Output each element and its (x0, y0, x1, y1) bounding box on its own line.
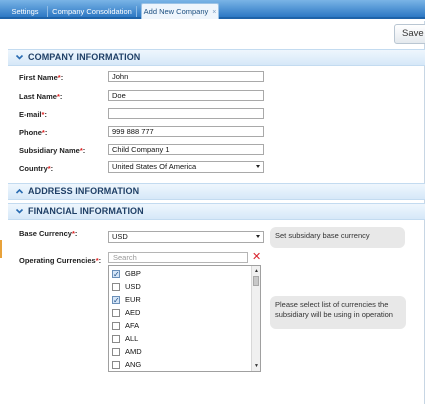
currency-code: AED (125, 308, 141, 317)
toolbar: Save a (0, 21, 425, 46)
tab-bar: Settings Company Consolidation Add New C… (0, 0, 425, 19)
operating-currencies-hint: Please select list of currencies the sub… (270, 296, 406, 329)
tab-label: Add New Company (143, 7, 209, 16)
section-title: FINANCIAL INFORMATION (28, 206, 144, 216)
list-scrollbar[interactable]: ▲ ▼ (251, 266, 260, 371)
first-name-label: First Name*: (19, 73, 64, 82)
subsidiary-name-label: Subsidiary Name*: (19, 146, 86, 155)
currency-code: AMD (125, 347, 142, 356)
section-financial-information[interactable]: FINANCIAL INFORMATION (8, 203, 425, 220)
email-label: E-mail*: (19, 110, 47, 119)
list-item[interactable]: ALL (112, 332, 250, 345)
checkmark-icon: ✓ (113, 269, 120, 279)
country-value: United States Of America (112, 162, 197, 171)
phone-label: Phone*: (19, 128, 48, 137)
checkbox[interactable] (112, 308, 120, 317)
email-field[interactable] (108, 108, 264, 119)
dropdown-arrow-icon (256, 235, 260, 238)
checkbox[interactable] (112, 334, 120, 343)
tab-separator (136, 6, 137, 17)
save-button[interactable]: Save a (394, 24, 425, 44)
country-select[interactable]: United States Of America (108, 161, 264, 173)
checkbox[interactable] (112, 321, 120, 330)
base-currency-select[interactable]: USD (108, 231, 264, 243)
currency-search-input[interactable]: Search (108, 252, 248, 263)
currency-code: AFA (125, 321, 140, 330)
list-item[interactable]: USD (112, 280, 250, 293)
checkmark-icon: ✓ (113, 295, 120, 305)
dropdown-arrow-icon (256, 165, 260, 168)
scroll-thumb[interactable] (253, 276, 259, 286)
list-item[interactable]: AMD (112, 345, 250, 358)
scroll-down-icon[interactable]: ▼ (253, 362, 260, 370)
edge-indicator (0, 240, 2, 258)
tab-close-icon[interactable]: × (212, 9, 216, 16)
scroll-up-icon[interactable]: ▲ (253, 267, 260, 275)
list-item[interactable]: ✓ GBP (112, 267, 250, 280)
currency-list[interactable]: ✓ GBP USD ✓ EUR AED AFA ALL AMD ANG ▲ ▼ (108, 265, 261, 372)
tab-settings[interactable]: Settings (6, 4, 44, 19)
tab-company-consolidation[interactable]: Company Consolidation (52, 4, 132, 19)
list-item[interactable]: ANG (112, 358, 250, 371)
base-currency-value: USD (112, 232, 128, 241)
operating-currencies-label: Operating Currencies*: (19, 256, 102, 265)
last-name-label: Last Name*: (19, 92, 63, 101)
currency-code: ALL (125, 334, 139, 343)
clear-search-icon[interactable]: ✕ (252, 252, 261, 263)
base-currency-hint: Set subsidary base currency (270, 227, 405, 248)
section-address-information[interactable]: ADDRESS INFORMATION (8, 183, 425, 200)
section-title: ADDRESS INFORMATION (28, 186, 140, 196)
section-company-information[interactable]: COMPANY INFORMATION (8, 49, 425, 66)
checkbox[interactable] (112, 360, 120, 369)
list-item[interactable]: AFA (112, 319, 250, 332)
currency-code: USD (125, 282, 141, 291)
chevron-down-icon (15, 208, 24, 214)
currency-code: GBP (125, 269, 141, 278)
currency-code: EUR (125, 295, 141, 304)
tab-add-new-company[interactable]: Add New Company × (141, 3, 219, 19)
checkbox[interactable] (112, 347, 120, 356)
first-name-field[interactable]: John (108, 71, 264, 82)
chevron-down-icon (15, 54, 24, 60)
checkbox[interactable] (112, 282, 120, 291)
country-label: Country*: (19, 164, 54, 173)
chevron-up-icon (15, 188, 24, 194)
checkbox[interactable]: ✓ (112, 295, 120, 305)
base-currency-label: Base Currency*: (19, 229, 78, 238)
checkbox[interactable]: ✓ (112, 269, 120, 279)
currency-code: ANG (125, 360, 142, 369)
tab-separator (47, 6, 48, 17)
phone-field[interactable]: 999 888 777 (108, 126, 264, 137)
list-item[interactable]: AED (112, 306, 250, 319)
list-item[interactable]: ✓ EUR (112, 293, 250, 306)
last-name-field[interactable]: Doe (108, 90, 264, 101)
subsidiary-name-field[interactable]: Child Company 1 (108, 144, 264, 155)
section-title: COMPANY INFORMATION (28, 52, 141, 62)
